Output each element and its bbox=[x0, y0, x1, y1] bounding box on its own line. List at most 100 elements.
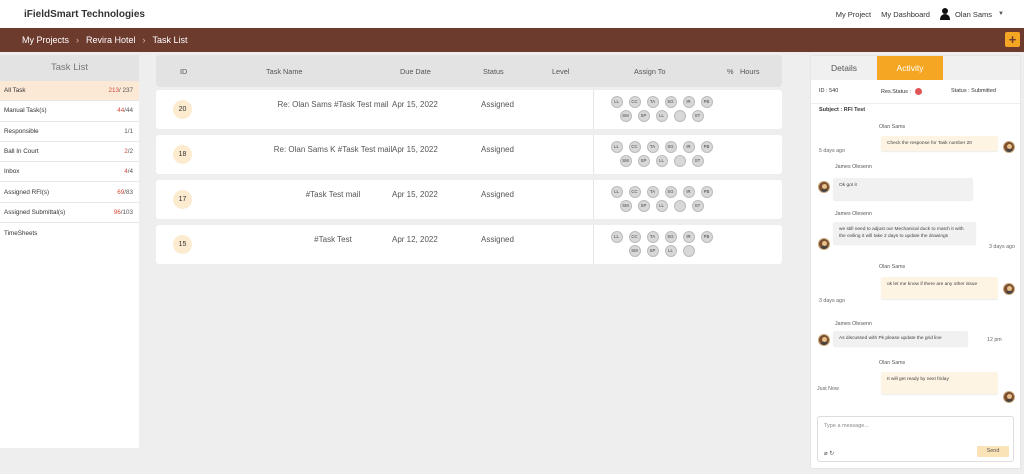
breadcrumb-revira-hotel[interactable]: Revira Hotel bbox=[86, 35, 136, 45]
assignee-chip[interactable]: IR bbox=[682, 96, 695, 108]
assignee-chip[interactable]: CC bbox=[628, 141, 641, 153]
sidebar-item-manual-tasks[interactable]: Manual Task(s) 44/44 bbox=[0, 101, 139, 122]
assignee-chip[interactable]: IR bbox=[682, 141, 695, 153]
sidebar-item-assigned-submittals[interactable]: Assigned Submittal(s) 96/103 bbox=[0, 203, 139, 224]
breadcrumb-my-projects[interactable]: My Projects bbox=[22, 35, 69, 45]
col-header-hours[interactable]: Hours bbox=[740, 67, 759, 76]
assignee-chip[interactable]: SM bbox=[619, 155, 632, 167]
sidebar-item-label: TimeSheets bbox=[4, 229, 38, 237]
assignee-chip[interactable]: TA bbox=[646, 186, 659, 198]
assignee-chip[interactable] bbox=[673, 110, 686, 122]
assignee-chip[interactable]: IR bbox=[682, 186, 695, 198]
assignee-chip[interactable]: CC bbox=[628, 186, 641, 198]
assignee-chip[interactable]: SG bbox=[664, 186, 677, 198]
assignee-chip[interactable]: ST bbox=[691, 155, 704, 167]
message-composer[interactable]: Type a message... ⌀ ↻ Send bbox=[817, 416, 1014, 462]
assignee-chip[interactable]: SG bbox=[664, 231, 677, 243]
sidebar-item-assigned-rfis[interactable]: Assigned RFI(s) 69/83 bbox=[0, 182, 139, 203]
column-divider bbox=[593, 180, 594, 219]
assignee-chip[interactable]: SG bbox=[664, 141, 677, 153]
rfi-subject: Subject : RFI Test bbox=[819, 107, 866, 113]
send-button[interactable]: Send bbox=[977, 446, 1009, 457]
activity-meta: ID : 540 Res.Status : Status : Submitted bbox=[811, 80, 1020, 104]
tab-details[interactable]: Details bbox=[811, 56, 877, 80]
assignee-chip[interactable]: CC bbox=[628, 231, 641, 243]
assignee-chip[interactable]: PB bbox=[700, 231, 713, 243]
sidebar-item-inbox[interactable]: Inbox 4/4 bbox=[0, 162, 139, 183]
assignee-chip[interactable]: LL bbox=[664, 245, 677, 257]
my-dashboard-link[interactable]: My Dashboard bbox=[881, 10, 930, 19]
assignee-chip[interactable] bbox=[673, 155, 686, 167]
assignee-chip[interactable]: PB bbox=[700, 186, 713, 198]
chevron-down-icon: ▼ bbox=[998, 11, 1004, 17]
message-time: Just Now bbox=[817, 386, 839, 392]
add-task-button[interactable]: + bbox=[1005, 32, 1020, 47]
message-input[interactable]: Type a message... bbox=[824, 423, 869, 429]
message-bubble: Check the response for Task number 20 bbox=[881, 136, 998, 151]
assignee-chip[interactable]: SM bbox=[619, 200, 632, 212]
task-due-date: Apr 15, 2022 bbox=[392, 145, 438, 154]
assignee-chip[interactable]: LL bbox=[610, 141, 623, 153]
assignee-chips: LL CC TA SG IR PB SM SP LL ST bbox=[604, 140, 719, 168]
assignee-chip[interactable]: TA bbox=[646, 231, 659, 243]
message-bubble: we still need to adjust our Mechanical d… bbox=[833, 222, 976, 244]
sidebar-item-timesheets[interactable]: TimeSheets bbox=[0, 223, 139, 243]
col-header-assign-to[interactable]: Assign To bbox=[634, 67, 666, 76]
attach-icon[interactable]: ⌀ ↻ bbox=[824, 450, 834, 457]
task-table: ID Task Name Due Date Status Level Assig… bbox=[156, 55, 782, 264]
col-header-due-date[interactable]: Due Date bbox=[400, 67, 431, 76]
my-project-link[interactable]: My Project bbox=[836, 10, 871, 19]
assignee-chip[interactable] bbox=[682, 245, 695, 257]
breadcrumb: My Projects › Revira Hotel › Task List + bbox=[0, 28, 1024, 52]
table-header: ID Task Name Due Date Status Level Assig… bbox=[156, 55, 782, 87]
sidebar-title: Task List bbox=[0, 55, 139, 81]
table-row[interactable]: 15 #Task Test Apr 12, 2022 Assigned LL C… bbox=[156, 225, 782, 264]
task-due-date: Apr 12, 2022 bbox=[392, 235, 438, 244]
assignee-chip[interactable]: CC bbox=[628, 96, 641, 108]
assignee-chip[interactable]: LL bbox=[655, 110, 668, 122]
assignee-chip[interactable]: LL bbox=[610, 186, 623, 198]
assignee-chip[interactable]: LL bbox=[610, 96, 623, 108]
task-status: Assigned bbox=[481, 100, 514, 109]
assignee-chip[interactable]: SP bbox=[646, 245, 659, 257]
col-header-percent[interactable]: % bbox=[727, 67, 734, 76]
sidebar-item-all-task[interactable]: All Task 213/ 237 bbox=[0, 81, 139, 102]
user-menu[interactable]: Olan Sams ▼ bbox=[939, 8, 1004, 20]
chevron-right-icon: › bbox=[142, 35, 146, 45]
user-name: Olan Sams bbox=[954, 9, 993, 19]
assignee-chip[interactable]: SM bbox=[619, 110, 632, 122]
assignee-chip[interactable]: SP bbox=[637, 200, 650, 212]
sidebar-item-ball-in-court[interactable]: Ball In Court 2/2 bbox=[0, 142, 139, 163]
task-detail-panel: Details Activity ID : 540 Res.Status : S… bbox=[810, 55, 1021, 469]
assignee-chip[interactable]: SG bbox=[664, 96, 677, 108]
table-row[interactable]: 20 Re: Olan Sams #Task Test mail Apr 15,… bbox=[156, 90, 782, 129]
assignee-chip[interactable]: SM bbox=[628, 245, 641, 257]
brand-logo-text[interactable]: iFieldSmart Technologies bbox=[24, 9, 145, 20]
sidebar-item-count: 96/103 bbox=[113, 208, 133, 216]
assignee-chip[interactable] bbox=[673, 200, 686, 212]
assignee-chip[interactable]: TA bbox=[646, 96, 659, 108]
user-avatar bbox=[1003, 391, 1015, 403]
assignee-chip[interactable]: TA bbox=[646, 141, 659, 153]
assignee-chip[interactable]: PB bbox=[700, 96, 713, 108]
col-header-level[interactable]: Level bbox=[552, 67, 569, 76]
assignee-chip[interactable]: LL bbox=[655, 200, 668, 212]
message-time: 5 days ago bbox=[819, 148, 845, 154]
col-header-status[interactable]: Status bbox=[483, 67, 504, 76]
table-row[interactable]: 18 Re: Olan Sams K #Task Test mail Apr 1… bbox=[156, 135, 782, 174]
col-header-id[interactable]: ID bbox=[180, 67, 187, 76]
assignee-chip[interactable]: ST bbox=[691, 200, 704, 212]
assignee-chip[interactable]: PB bbox=[700, 141, 713, 153]
table-row[interactable]: 17 #Task Test mail Apr 15, 2022 Assigned… bbox=[156, 180, 782, 219]
assignee-chip[interactable]: LL bbox=[610, 231, 623, 243]
assignee-chip[interactable]: LL bbox=[655, 155, 668, 167]
col-header-task-name[interactable]: Task Name bbox=[266, 67, 303, 76]
tab-activity[interactable]: Activity bbox=[877, 56, 943, 80]
column-divider bbox=[593, 90, 594, 129]
assignee-chip[interactable]: IR bbox=[682, 231, 695, 243]
assignee-chip[interactable]: SP bbox=[637, 110, 650, 122]
assignee-chip[interactable]: ST bbox=[691, 110, 704, 122]
sidebar-item-responsible[interactable]: Responsible 1/1 bbox=[0, 122, 139, 142]
assignee-chip[interactable]: SP bbox=[637, 155, 650, 167]
task-due-date: Apr 15, 2022 bbox=[392, 100, 438, 109]
